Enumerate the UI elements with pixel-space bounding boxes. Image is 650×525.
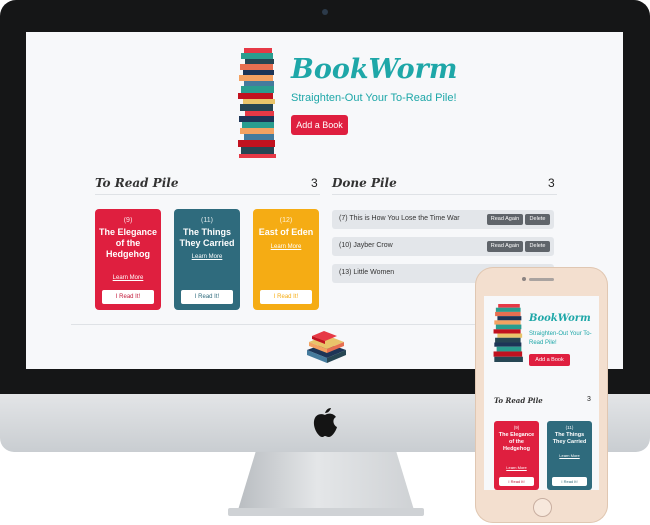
imac-stand xyxy=(238,452,414,510)
add-book-button[interactable]: Add a Book xyxy=(291,115,348,135)
book-card: (9) The Elegance of the Hedgehog Learn M… xyxy=(494,421,539,490)
front-camera-icon xyxy=(522,277,526,281)
mobile-screen: BookWorm Straighten-Out Your To-Read Pil… xyxy=(484,296,599,490)
delete-button[interactable]: Delete xyxy=(525,241,550,252)
to-read-pile-title: To Read Pile xyxy=(95,176,179,190)
tagline: Straighten-Out Your To-Read Pile! xyxy=(291,92,457,104)
books-icon xyxy=(307,331,346,363)
divider xyxy=(332,194,557,195)
book-number: (12) xyxy=(279,217,293,224)
to-read-pile-title: To Read Pile xyxy=(494,396,543,405)
imac-foot xyxy=(228,508,424,516)
to-read-count: 3 xyxy=(587,396,591,403)
i-read-it-button[interactable]: I Read It! xyxy=(260,290,312,304)
learn-more-link[interactable]: Learn More xyxy=(253,244,319,250)
delete-button[interactable]: Delete xyxy=(525,214,550,225)
book-card: (11) The Things They Carried Learn More … xyxy=(547,421,592,490)
to-read-count: 3 xyxy=(311,176,318,190)
i-read-it-button[interactable]: I Read It! xyxy=(181,290,233,304)
done-row: (10) Jayber Crow Read Again Delete xyxy=(332,237,554,256)
divider xyxy=(95,194,320,195)
read-again-button[interactable]: Read Again xyxy=(487,241,523,252)
book-title: The Elegance of the Hedgehog xyxy=(498,432,535,452)
i-read-it-button[interactable]: I Read It! xyxy=(102,290,154,304)
read-again-button[interactable]: Read Again xyxy=(487,214,523,225)
learn-more-link[interactable]: Learn More xyxy=(95,275,161,281)
done-count: 3 xyxy=(548,176,555,190)
i-read-it-button[interactable]: I Read It! xyxy=(552,477,587,486)
done-pile-title: Done Pile xyxy=(332,176,397,190)
app-logo: BookWorm xyxy=(529,313,591,324)
done-book-title: (10) Jayber Crow xyxy=(339,242,393,249)
learn-more-link[interactable]: Learn More xyxy=(174,254,240,260)
speaker-grille xyxy=(529,278,554,281)
add-book-button[interactable]: Add a Book xyxy=(529,354,570,366)
book-number: (9) xyxy=(513,425,520,430)
done-book-title: (13) Little Women xyxy=(339,269,395,276)
book-card: (12) East of Eden Learn More I Read It! xyxy=(253,209,319,310)
book-title: The Things They Carried xyxy=(179,227,235,248)
book-number: (11) xyxy=(565,425,574,430)
book-stack-icon xyxy=(238,48,276,158)
book-number: (9) xyxy=(123,217,133,224)
book-number: (11) xyxy=(201,217,213,224)
app-logo: BookWorm xyxy=(291,54,458,85)
book-card: (9) The Elegance of the Hedgehog Learn M… xyxy=(95,209,161,310)
book-title: East of Eden xyxy=(258,227,314,237)
tagline: Straighten-Out Your To-Read Pile! xyxy=(529,331,592,346)
done-book-title: (7) This is How You Lose the Time War xyxy=(339,215,460,222)
done-row: (7) This is How You Lose the Time War Re… xyxy=(332,210,554,229)
apple-logo-icon xyxy=(313,408,337,437)
i-read-it-button[interactable]: I Read It! xyxy=(499,477,534,486)
book-card: (11) The Things They Carried Learn More … xyxy=(174,209,240,310)
book-title: The Things They Carried xyxy=(552,432,587,445)
iphone-frame: BookWorm Straighten-Out Your To-Read Pil… xyxy=(475,267,608,523)
book-title: The Elegance of the Hedgehog xyxy=(98,227,158,259)
learn-more-link[interactable]: Learn More xyxy=(494,465,539,470)
learn-more-link[interactable]: Learn More xyxy=(547,453,592,458)
camera-icon xyxy=(322,9,328,15)
home-button-icon[interactable] xyxy=(533,498,552,517)
book-stack-icon xyxy=(493,304,523,362)
